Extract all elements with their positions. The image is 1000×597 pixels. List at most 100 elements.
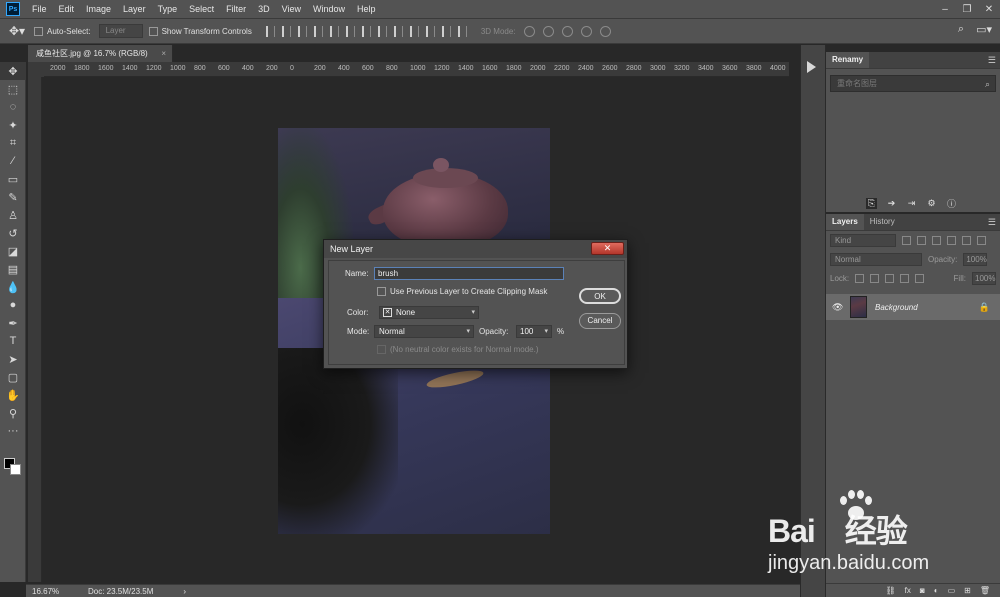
auto-select-checkbox[interactable] [34, 26, 43, 36]
apply-icon[interactable]: ➔ [886, 198, 897, 209]
filter-toggle-icon[interactable] [977, 236, 986, 245]
show-transform-checkbox[interactable] [148, 26, 158, 36]
pen-tool-icon[interactable]: ✒ [0, 314, 26, 332]
brush-tool-icon[interactable]: ✎ [0, 188, 26, 206]
3d-slide-icon[interactable] [580, 25, 592, 37]
path-selection-tool-icon[interactable]: ➤ [0, 350, 26, 368]
hand-tool-icon[interactable]: ✋ [0, 386, 26, 404]
ruler-origin[interactable] [28, 62, 44, 77]
blend-mode-dropdown[interactable]: Normal [830, 253, 922, 266]
filter-type-icon[interactable] [932, 236, 941, 245]
show-transform-option[interactable]: Show Transform Controls [148, 26, 252, 36]
trash-icon[interactable]: 🗑 [980, 586, 990, 595]
auto-select-option[interactable]: Auto-Select: [34, 26, 91, 36]
3d-scale-icon[interactable] [599, 25, 611, 37]
ok-button[interactable]: OK [579, 288, 621, 304]
menu-select[interactable]: Select [183, 4, 220, 14]
clipping-mask-option[interactable]: Use Previous Layer to Create Clipping Ma… [377, 287, 547, 296]
status-menu-arrow-icon[interactable]: › [183, 587, 186, 596]
layer-lock-icon[interactable]: 🔒 [979, 302, 990, 313]
mode-dropdown[interactable]: Normal ▾ [374, 325, 474, 338]
menu-help[interactable]: Help [351, 4, 382, 14]
menu-layer[interactable]: Layer [117, 4, 152, 14]
magic-wand-tool-icon[interactable]: ✦ [0, 116, 26, 134]
menu-window[interactable]: Window [307, 4, 351, 14]
lock-transparency-icon[interactable] [855, 274, 865, 283]
eyedropper-tool-icon[interactable]: ⁄ [0, 152, 26, 170]
lasso-tool-icon[interactable]: ◌ [0, 98, 26, 116]
layer-kind-filter[interactable]: Kind [830, 234, 896, 247]
layer-opacity-field[interactable]: 100% [963, 253, 988, 266]
settings-gear-icon[interactable]: ⚙ [926, 198, 937, 209]
menu-image[interactable]: Image [80, 4, 117, 14]
layer-name-input[interactable]: brush [374, 267, 564, 280]
menu-type[interactable]: Type [152, 4, 184, 14]
document-tab[interactable]: 咸鱼社区.jpg @ 16.7% (RGB/8) × [28, 45, 173, 62]
healing-brush-tool-icon[interactable]: ▭ [0, 170, 26, 188]
menu-3d[interactable]: 3D [252, 4, 276, 14]
vertical-ruler[interactable] [28, 77, 42, 582]
align-left-icon[interactable] [313, 25, 323, 37]
layer-fill-field[interactable]: 100% [972, 272, 996, 285]
lock-artboard-icon[interactable] [900, 274, 910, 283]
filter-adjustment-icon[interactable] [917, 236, 926, 245]
panel-menu-icon[interactable]: ☰ [988, 214, 996, 230]
distribute-hcenter-icon[interactable] [425, 25, 435, 37]
distribute-right-icon[interactable] [441, 25, 451, 37]
next-icon[interactable]: ⇥ [906, 198, 917, 209]
align-right-icon[interactable] [345, 25, 355, 37]
align-hcenter-icon[interactable] [329, 25, 339, 37]
menu-view[interactable]: View [276, 4, 307, 14]
horizontal-ruler[interactable]: 2000 1800 1600 1400 1200 1000 800 600 400 200 0 200… [44, 62, 789, 77]
color-dropdown[interactable]: ✕ None ▾ [379, 306, 479, 319]
visibility-eye-icon[interactable]: 👁 [832, 302, 843, 313]
history-brush-tool-icon[interactable]: ↺ [0, 224, 26, 242]
align-bottom-icon[interactable] [297, 25, 307, 37]
crop-tool-icon[interactable]: ⌗ [0, 134, 26, 152]
dialog-opacity-field[interactable]: 100 ▾ [516, 325, 552, 338]
layer-name[interactable]: Background [875, 303, 918, 312]
clipping-mask-checkbox[interactable] [377, 287, 386, 296]
lock-pixels-icon[interactable] [870, 274, 880, 283]
rectangle-tool-icon[interactable]: ▢ [0, 368, 26, 386]
dodge-tool-icon[interactable]: ● [0, 296, 26, 314]
filter-smart-object-icon[interactable] [962, 236, 971, 245]
workspace-icon[interactable]: ▭▾ [976, 23, 992, 36]
align-top-icon[interactable] [265, 25, 275, 37]
lock-position-icon[interactable] [885, 274, 895, 283]
close-window-icon[interactable]: ✕ [978, 0, 1000, 18]
background-color-swatch[interactable] [10, 464, 21, 475]
3d-roll-icon[interactable] [542, 25, 554, 37]
restore-icon[interactable]: ❐ [956, 0, 978, 18]
eraser-tool-icon[interactable]: ◪ [0, 242, 26, 260]
panel-menu-icon[interactable]: ☰ [988, 52, 996, 68]
rename-icon[interactable]: ⎘ [866, 198, 877, 209]
clone-stamp-tool-icon[interactable]: ♙ [0, 206, 26, 224]
zoom-level[interactable]: 16.67% [26, 587, 82, 596]
distribute-left-icon[interactable] [409, 25, 419, 37]
move-tool-icon[interactable]: ✥ [0, 62, 26, 80]
dialog-close-button[interactable]: ✕ [591, 242, 624, 255]
3d-orbit-icon[interactable] [523, 25, 535, 37]
more-tools-icon[interactable]: ··· [0, 422, 26, 440]
distribute-vcenter-icon[interactable] [377, 25, 387, 37]
minimize-icon[interactable]: – [934, 0, 956, 18]
search-icon[interactable]: ⌕ [958, 23, 964, 36]
tab-history[interactable]: History [864, 214, 901, 230]
filter-pixel-icon[interactable] [902, 236, 911, 245]
renamy-search-input[interactable]: 重命名图层 ⌕ [830, 75, 996, 92]
lock-all-icon[interactable] [915, 274, 925, 283]
align-vcenter-icon[interactable] [281, 25, 291, 37]
blur-tool-icon[interactable]: 💧 [0, 278, 26, 296]
play-icon[interactable] [807, 61, 816, 73]
gradient-tool-icon[interactable]: ▤ [0, 260, 26, 278]
filter-shape-icon[interactable] [947, 236, 956, 245]
move-tool-preset-icon[interactable]: ✥▾ [0, 24, 34, 38]
marquee-tool-icon[interactable]: ⬚ [0, 80, 26, 98]
auto-align-icon[interactable] [457, 25, 467, 37]
auto-select-target-dropdown[interactable]: Layer [98, 24, 143, 38]
menu-edit[interactable]: Edit [53, 4, 81, 14]
layer-row-background[interactable]: 👁 Background 🔒 [826, 294, 1000, 320]
zoom-tool-icon[interactable]: ⚲ [0, 404, 26, 422]
info-icon[interactable]: ⓘ [946, 198, 957, 209]
